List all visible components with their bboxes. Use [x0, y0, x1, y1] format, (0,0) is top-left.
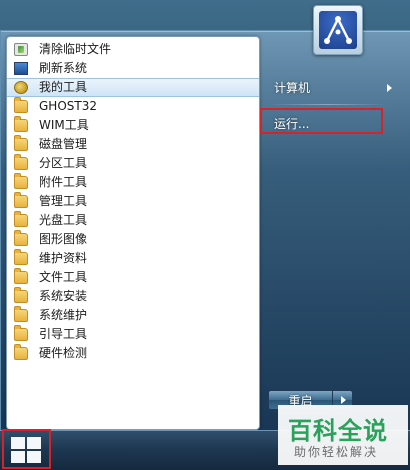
program-label: 分区工具 [39, 156, 88, 170]
folder-icon [14, 97, 28, 113]
folder-icon [14, 287, 28, 303]
folder-icon [14, 325, 28, 341]
program-item[interactable]: 附件工具 [7, 173, 259, 192]
power-arrow-icon [341, 396, 346, 404]
watermark-title: 百科全说 [288, 417, 388, 445]
watermark: 百科全说 助你轻松解决 [278, 405, 408, 465]
program-label: 刷新系统 [39, 61, 88, 75]
folder-icon [14, 192, 28, 208]
program-item[interactable]: 分区工具 [7, 154, 259, 173]
program-list-panel: 清除临时文件 刷新系统我的工具 GHOST32 WIM工具磁盘管理分区工具附件工具管理… [6, 36, 260, 430]
folder-icon [14, 173, 28, 189]
menu-divider [268, 104, 386, 105]
program-label: 清除临时文件 [39, 42, 112, 56]
menu-item-computer[interactable]: 计算机 [268, 76, 392, 100]
program-label: 系统安装 [39, 289, 88, 303]
program-label: 图形图像 [39, 232, 88, 246]
program-item[interactable]: 维护资料 [7, 249, 259, 268]
program-item[interactable]: 系统维护 [7, 306, 259, 325]
program-item[interactable]: 图形图像 [7, 230, 259, 249]
user-avatar-icon [319, 11, 357, 49]
program-item[interactable]: 硬件检测 [7, 344, 259, 363]
program-list: 清除临时文件 刷新系统我的工具 GHOST32 WIM工具磁盘管理分区工具附件工具管理… [7, 37, 259, 363]
folder-icon [14, 344, 28, 360]
folder-icon [14, 249, 28, 265]
program-item[interactable]: 刷新系统 [7, 59, 259, 78]
tools-icon [14, 81, 28, 94]
computer-label: 计算机 [274, 81, 311, 95]
program-label: 文件工具 [39, 270, 88, 284]
program-label: 引导工具 [39, 327, 88, 341]
user-picture[interactable] [313, 5, 363, 55]
monitor-icon [14, 62, 28, 75]
submenu-arrow-icon [387, 84, 392, 92]
program-item[interactable]: 光盘工具 [7, 211, 259, 230]
program-item[interactable]: WIM工具 [7, 116, 259, 135]
program-label: 维护资料 [39, 251, 88, 265]
program-item[interactable]: GHOST32 [7, 97, 259, 116]
program-label: 光盘工具 [39, 213, 88, 227]
folder-icon [14, 230, 28, 246]
folder-icon [14, 211, 28, 227]
program-item[interactable]: 清除临时文件 [7, 40, 259, 59]
program-label: 磁盘管理 [39, 137, 88, 151]
folder-icon [14, 154, 28, 170]
broom-icon [14, 43, 28, 56]
program-item[interactable]: 管理工具 [7, 192, 259, 211]
program-label: 硬件检测 [39, 346, 88, 360]
program-item[interactable]: 引导工具 [7, 325, 259, 344]
program-item[interactable]: 我的工具 [7, 78, 259, 97]
program-item[interactable]: 磁盘管理 [7, 135, 259, 154]
program-label: 管理工具 [39, 194, 88, 208]
program-label: 我的工具 [39, 80, 88, 94]
program-label: 附件工具 [39, 175, 88, 189]
program-label: GHOST32 [39, 99, 97, 113]
folder-icon [14, 306, 28, 322]
watermark-subtitle: 助你轻松解决 [294, 445, 379, 459]
program-label: WIM工具 [39, 118, 89, 132]
program-item[interactable]: 系统安装 [7, 287, 259, 306]
folder-icon [14, 116, 28, 132]
folder-icon [14, 268, 28, 284]
folder-icon [14, 135, 28, 151]
program-item[interactable]: 文件工具 [7, 268, 259, 287]
program-label: 系统维护 [39, 308, 88, 322]
start-highlight-box [2, 429, 51, 469]
run-highlight-box [260, 108, 383, 134]
